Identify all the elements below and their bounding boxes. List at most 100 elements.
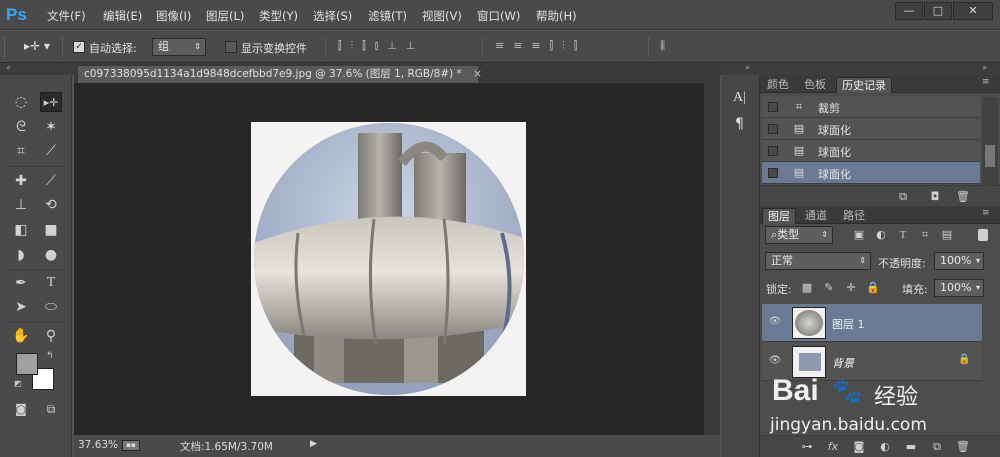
menu-edit[interactable]: 编辑(E) xyxy=(103,8,142,24)
auto-select-checkbox[interactable]: ✓ xyxy=(73,41,85,53)
eyedropper-tool-icon[interactable]: ⟋ xyxy=(40,141,62,161)
new-layer-icon[interactable]: ⧉ xyxy=(930,440,944,454)
lasso-tool-icon[interactable]: ᘓ xyxy=(10,117,32,137)
swap-colors-icon[interactable]: ↰ xyxy=(46,351,54,361)
trash-icon[interactable]: 🗑 xyxy=(956,440,970,454)
layer-name[interactable]: 图层 1 xyxy=(832,316,865,332)
fx-icon[interactable]: fx xyxy=(826,440,840,454)
lock-position-icon[interactable]: ✛ xyxy=(844,281,858,295)
healing-brush-tool-icon[interactable]: ✚ xyxy=(10,171,32,191)
opacity-input[interactable]: 100% ▾ xyxy=(934,252,984,270)
collapse-left-icon[interactable]: « xyxy=(6,63,11,72)
menu-view[interactable]: 视图(V) xyxy=(422,8,462,24)
link-layers-icon[interactable]: ⊶ xyxy=(800,440,814,454)
add-mask-icon[interactable]: ◙ xyxy=(852,440,866,454)
layer-row[interactable]: 👁 背景 🔒 xyxy=(762,343,982,381)
eraser-tool-icon[interactable]: ◧ xyxy=(10,220,32,240)
camera-snapshot-icon[interactable]: ◘ xyxy=(928,190,942,204)
fill-input[interactable]: 100% ▾ xyxy=(934,279,984,297)
brush-tool-icon[interactable]: ⟋ xyxy=(40,171,62,191)
new-group-icon[interactable]: ▬ xyxy=(904,440,918,454)
dodge-tool-icon[interactable]: ● xyxy=(40,245,62,265)
align-icons-group[interactable]: ⫿⫶⫿⫾⊥⊥ xyxy=(338,39,424,53)
close-button[interactable]: ✕ xyxy=(953,2,993,20)
panel-menu-icon[interactable]: ≡ xyxy=(982,77,990,87)
quick-mask-icon[interactable]: ◙ xyxy=(10,399,32,419)
gradient-tool-icon[interactable]: ■ xyxy=(40,220,62,240)
tab-channels[interactable]: 通道 xyxy=(800,208,832,224)
type-tool-icon[interactable]: T xyxy=(40,273,62,293)
history-scroll-thumb[interactable] xyxy=(985,145,995,167)
lock-image-icon[interactable]: ✎ xyxy=(822,281,836,295)
zoom-level[interactable]: 37.63% xyxy=(78,439,118,451)
menu-file[interactable]: 文件(F) xyxy=(47,8,86,24)
move-tool-icon[interactable]: ▸✛ xyxy=(40,92,62,112)
filter-toggle-icon[interactable] xyxy=(978,229,988,241)
panel-menu-icon[interactable]: ≡ xyxy=(982,208,990,218)
smart-object-filter-icon[interactable]: ▤ xyxy=(940,228,954,242)
layer-filter-dropdown[interactable]: ⌕类型 ⇕ xyxy=(765,226,833,244)
history-snapshot-checkbox[interactable] xyxy=(768,124,778,134)
clone-stamp-tool-icon[interactable]: ⊥ xyxy=(10,195,32,215)
history-item[interactable]: ▤ 球面化 xyxy=(762,140,980,162)
auto-select-dropdown[interactable]: 组 ⇕ xyxy=(152,38,206,56)
close-tab-icon[interactable]: × xyxy=(473,68,482,80)
adjustment-filter-icon[interactable]: ◐ xyxy=(874,228,888,242)
canvas-vertical-scrollbar[interactable] xyxy=(704,83,720,435)
tab-history[interactable]: 历史记录 xyxy=(836,77,892,93)
hand-tool-icon[interactable]: ✋ xyxy=(10,326,32,346)
visibility-eye-icon[interactable]: 👁 xyxy=(768,355,782,367)
foreground-color-swatch[interactable] xyxy=(16,353,38,375)
layer-name[interactable]: 背景 xyxy=(832,355,854,371)
ellipse-tool-icon[interactable]: ⬭ xyxy=(40,297,62,317)
status-menu-arrow-icon[interactable]: ▶ xyxy=(310,439,317,449)
shape-filter-icon[interactable]: ⌗ xyxy=(918,228,932,242)
menu-image[interactable]: 图像(I) xyxy=(156,8,191,24)
menu-select[interactable]: 选择(S) xyxy=(313,8,352,24)
path-selection-tool-icon[interactable]: ➤ xyxy=(10,297,32,317)
pixel-filter-icon[interactable]: ▣ xyxy=(852,228,866,242)
tab-color[interactable]: 颜色 xyxy=(762,77,794,93)
restore-button[interactable]: □ xyxy=(924,2,952,20)
move-tool-preset-icon[interactable]: ▸✛ ▾ xyxy=(24,39,50,53)
history-item-selected[interactable]: ▤ 球面化 xyxy=(762,162,980,184)
distribute-icons-group[interactable]: ≡≡≡⫿⫶⫿ xyxy=(495,39,586,53)
collapse-right-icon[interactable]: » xyxy=(982,63,987,72)
marquee-tool-icon[interactable]: ◌ xyxy=(10,92,32,112)
lock-transparent-icon[interactable]: ▩ xyxy=(800,281,814,295)
blend-mode-dropdown[interactable]: 正常 ⇕ xyxy=(765,252,871,270)
lock-all-icon[interactable]: 🔒 xyxy=(866,281,880,295)
menu-type[interactable]: 类型(Y) xyxy=(259,8,298,24)
history-item[interactable]: ⌗ 裁剪 xyxy=(762,96,980,118)
collapse-mid-icon[interactable]: » xyxy=(745,63,750,72)
layer-row-selected[interactable]: 👁 图层 1 xyxy=(762,304,982,342)
blur-tool-icon[interactable]: ◗ xyxy=(10,245,32,265)
history-brush-tool-icon[interactable]: ⟲ xyxy=(40,195,62,215)
visibility-eye-icon[interactable]: 👁 xyxy=(768,316,782,328)
tab-layers[interactable]: 图层 xyxy=(762,208,796,224)
history-scrollbar[interactable] xyxy=(982,97,998,185)
history-snapshot-checkbox[interactable] xyxy=(768,146,778,156)
character-panel-icon[interactable]: A| xyxy=(733,90,746,106)
show-transform-checkbox[interactable] xyxy=(225,41,237,53)
pen-tool-icon[interactable]: ✒ xyxy=(10,273,32,293)
minimize-button[interactable]: — xyxy=(895,2,923,20)
trash-icon[interactable]: 🗑 xyxy=(956,190,970,204)
menu-layer[interactable]: 图层(L) xyxy=(206,8,244,24)
menu-help[interactable]: 帮助(H) xyxy=(536,8,577,24)
menu-filter[interactable]: 滤镜(T) xyxy=(368,8,407,24)
crop-tool-icon[interactable]: ⌗ xyxy=(10,141,32,161)
new-document-from-state-icon[interactable]: ⧉ xyxy=(896,190,910,204)
zoom-tool-icon[interactable]: ⚲ xyxy=(40,326,62,346)
document-tab[interactable]: c097338095d1134a1d9848dcefbbd7e9.jpg @ 3… xyxy=(78,66,482,83)
screen-mode-icon[interactable]: ⧉ xyxy=(40,399,62,419)
default-colors-icon[interactable]: ◩ xyxy=(14,379,22,388)
tab-paths[interactable]: 路径 xyxy=(838,208,870,224)
type-filter-icon[interactable]: T xyxy=(896,228,910,242)
adjustment-layer-icon[interactable]: ◐ xyxy=(878,440,892,454)
history-snapshot-checkbox[interactable] xyxy=(768,102,778,112)
history-item[interactable]: ▤ 球面化 xyxy=(762,118,980,140)
magic-wand-tool-icon[interactable]: ✶ xyxy=(40,117,62,137)
tab-swatches[interactable]: 色板 xyxy=(799,77,831,93)
history-snapshot-checkbox[interactable] xyxy=(768,168,778,178)
